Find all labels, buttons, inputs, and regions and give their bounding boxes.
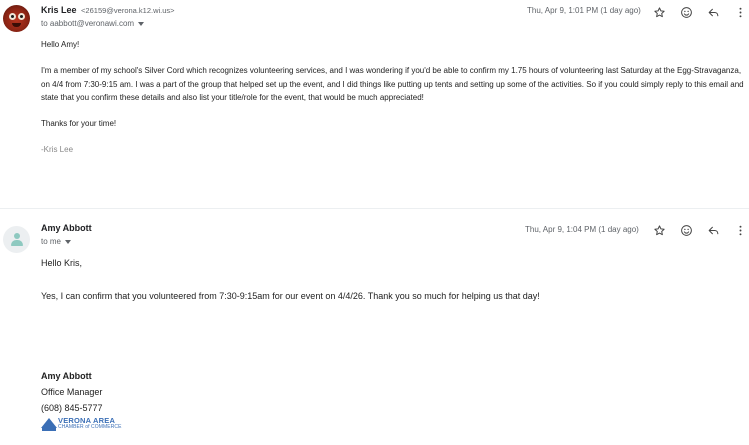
greeting: Hello Kris, [41, 258, 83, 268]
greeting: Hello Amy! [41, 40, 80, 49]
star-icon [653, 6, 665, 17]
logo-line-2: CHAMBER of COMMERCE [58, 424, 122, 430]
sender-email: <26159@verona.k12.wi.us> [81, 6, 175, 15]
logo-line-1: VERONA AREA [58, 416, 116, 425]
message-date: Thu, Apr 9, 1:01 PM (1 day ago) [527, 6, 641, 15]
chevron-down-icon[interactable] [138, 21, 145, 26]
signoff: -Kris Lee [41, 145, 74, 155]
chevron-down-icon[interactable] [65, 239, 72, 244]
reply-icon [708, 226, 718, 234]
sender-avatar-placeholder[interactable] [3, 226, 30, 253]
chamber-logo-mark-icon [41, 416, 57, 432]
emoji-icon [680, 6, 692, 18]
message-date: Thu, Apr 9, 1:04 PM (1 day ago) [525, 225, 639, 234]
signature-name: Amy Abbott [41, 371, 92, 381]
recipient-text: to aabbott@veronawi.com [41, 19, 135, 28]
chamber-logo: VERONA AREA CHAMBER of COMMERCE [41, 416, 122, 432]
more-options-button[interactable] [731, 4, 749, 20]
star-button[interactable] [650, 4, 668, 20]
add-reaction-button[interactable] [677, 4, 695, 20]
message-body: Hello Kris, Yes, I can confirm that you … [41, 255, 741, 321]
email-message-2: Amy Abbott to me Thu, Apr 9, 1:04 PM (1 … [0, 218, 749, 445]
reply-button[interactable] [704, 4, 722, 20]
sender-name[interactable]: Amy Abbott [41, 223, 92, 233]
message-actions [650, 222, 749, 238]
body-paragraph: I'm a member of my school's Silver Cord … [41, 66, 744, 102]
sender-line: Kris Lee <26159@verona.k12.wi.us> [41, 5, 175, 15]
more-vert-icon [739, 225, 741, 235]
sender-avatar[interactable] [3, 5, 30, 32]
recipient-line[interactable]: to me [41, 237, 72, 246]
star-icon [653, 224, 665, 235]
body-paragraph: Yes, I can confirm that you volunteered … [41, 291, 540, 301]
email-message-1: Kris Lee <26159@verona.k12.wi.us> to aab… [0, 0, 749, 208]
message-actions [650, 4, 749, 20]
sender-line: Amy Abbott [41, 223, 92, 233]
more-options-button[interactable] [731, 222, 749, 238]
sender-name[interactable]: Kris Lee [41, 5, 77, 15]
star-button[interactable] [650, 222, 668, 238]
signature-phone: (608) 845-5777 [41, 403, 103, 413]
signature-title: Office Manager [41, 387, 103, 397]
message-divider [0, 208, 749, 209]
emoji-icon [680, 224, 692, 236]
message-body: Hello Amy! I'm a member of my school's S… [41, 38, 747, 170]
recipient-text: to me [41, 237, 62, 246]
closing: Thanks for your time! [41, 119, 117, 129]
recipient-line[interactable]: to aabbott@veronawi.com [41, 19, 145, 28]
add-reaction-button[interactable] [677, 222, 695, 238]
reply-button[interactable] [704, 222, 722, 238]
more-vert-icon [739, 7, 741, 17]
reply-icon [708, 8, 718, 16]
person-icon [14, 233, 20, 239]
email-signature: Amy Abbott Office Manager (608) 845-5777 [41, 368, 103, 416]
